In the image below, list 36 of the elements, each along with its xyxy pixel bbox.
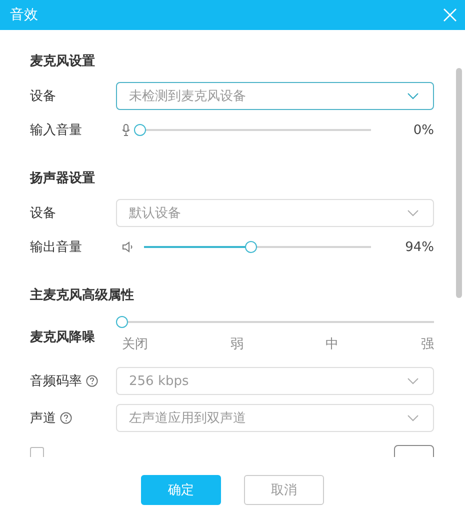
chevron-down-icon [407, 414, 419, 422]
speaker-icon [122, 241, 134, 253]
microphone-icon [122, 124, 130, 136]
field-label: 麦克风降噪 [30, 329, 95, 346]
chevron-down-icon [407, 377, 419, 385]
step-label: 强 [420, 336, 434, 353]
dropdown[interactable]: 左声道应用到双声道 [116, 404, 434, 432]
field-label: 设备 [30, 88, 56, 105]
dropdown[interactable]: 默认设备 [116, 199, 434, 227]
chevron-down-icon [407, 209, 419, 217]
volume-reading: 0% [412, 122, 434, 138]
slider-thumb[interactable] [244, 241, 257, 253]
dialog-button[interactable]: 取消 [244, 475, 324, 505]
step-label: 弱 [230, 336, 244, 353]
checkbox[interactable] [30, 447, 44, 457]
section-title: 扬声器设置 [30, 170, 96, 188]
help-icon[interactable] [86, 375, 98, 387]
section-title: 主麦克风高级属性 [30, 286, 135, 305]
field-label: 声道 [30, 410, 56, 427]
dialog-button[interactable]: 确定 [141, 475, 221, 505]
field-label: 设备 [30, 205, 56, 222]
section-title: 麦克风设置 [30, 53, 96, 71]
volume-reading: 94% [404, 240, 434, 254]
field-label: 输入音量 [30, 122, 82, 139]
field-label: 输出音量 [30, 239, 82, 256]
dropdown[interactable]: 256 kbps [116, 367, 434, 395]
window-title: 音效 [10, 6, 38, 24]
field-label: 音频码率 [30, 373, 82, 390]
help-icon[interactable] [60, 412, 72, 424]
slider-thumb[interactable] [116, 316, 128, 328]
dropdown[interactable]: 未检测到麦克风设备 [116, 82, 434, 110]
step-label: 中 [326, 336, 339, 353]
chevron-down-icon [407, 92, 419, 100]
slider-thumb[interactable] [134, 124, 146, 136]
close-icon[interactable] [443, 8, 457, 22]
step-label: 关闭 [122, 336, 148, 353]
